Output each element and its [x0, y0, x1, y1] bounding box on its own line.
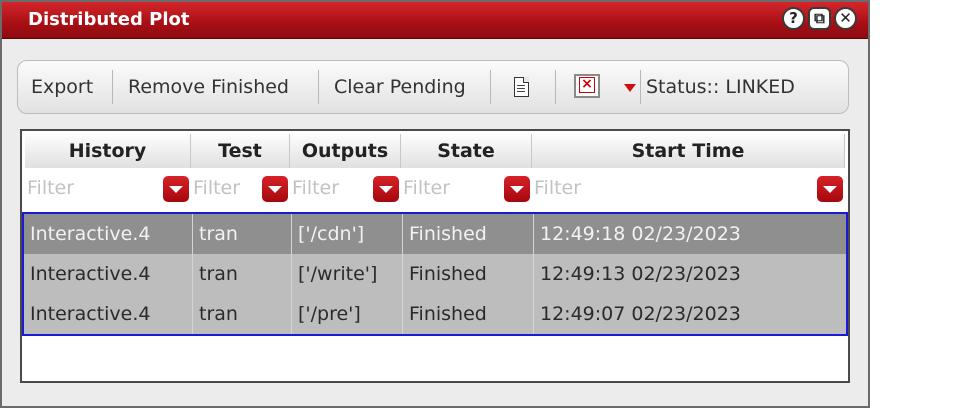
- chevron-down-icon[interactable]: [817, 176, 843, 202]
- filter-start-time: [532, 171, 845, 205]
- cell-state: Finished: [403, 254, 534, 294]
- toolbar-separator: [640, 70, 641, 104]
- cell-test: tran: [193, 214, 292, 254]
- column-header-outputs[interactable]: Outputs: [290, 134, 401, 168]
- filter-input-test[interactable]: [193, 172, 258, 204]
- title-bar[interactable]: Distributed Plot ? ⧉ ✕: [2, 2, 868, 39]
- distributed-plot-window: Distributed Plot ? ⧉ ✕ Export Remove Fin…: [0, 0, 870, 408]
- clear-pending-button[interactable]: Clear Pending: [334, 73, 466, 101]
- table-row[interactable]: Interactive.4 tran ['/cdn'] Finished 12:…: [24, 214, 846, 254]
- chevron-down-icon[interactable]: [262, 176, 288, 202]
- cell-history: Interactive.4: [24, 294, 193, 334]
- cell-start-time: 12:49:18 02/23/2023: [540, 223, 741, 245]
- cell-outputs: ['/cdn']: [292, 214, 403, 254]
- cell-test: tran: [193, 294, 292, 334]
- column-header-history[interactable]: History: [25, 134, 191, 168]
- chevron-down-icon[interactable]: [373, 176, 399, 202]
- chevron-down-icon[interactable]: [504, 176, 530, 202]
- toolbar-separator: [555, 70, 556, 104]
- help-icon: ?: [789, 9, 798, 27]
- remove-finished-button[interactable]: Remove Finished: [128, 73, 289, 101]
- table-row[interactable]: Interactive.4 tran ['/pre'] Finished 12:…: [24, 294, 846, 334]
- filter-outputs: [290, 171, 401, 205]
- restore-button[interactable]: ⧉: [808, 7, 831, 30]
- clear-x-icon[interactable]: ×: [574, 74, 600, 98]
- chevron-down-icon[interactable]: [624, 84, 636, 92]
- toolbar-separator: [318, 70, 319, 104]
- column-header-test[interactable]: Test: [191, 134, 290, 168]
- filter-input-history[interactable]: [27, 172, 159, 204]
- cell-state: Finished: [403, 214, 534, 254]
- filter-test: [191, 171, 290, 205]
- cell-test: tran: [193, 254, 292, 294]
- history-table: History Test Outputs State Start Time In…: [20, 129, 850, 383]
- status-text: Status:: LINKED: [646, 76, 795, 98]
- cell-outputs: ['/write']: [292, 254, 403, 294]
- filter-input-start-time[interactable]: [534, 172, 813, 204]
- table-row[interactable]: Interactive.4 tran ['/write'] Finished 1…: [24, 254, 846, 294]
- help-button[interactable]: ?: [782, 7, 805, 30]
- cell-start-time: 12:49:13 02/23/2023: [540, 263, 741, 285]
- toolbar: Export Remove Finished Clear Pending × S…: [17, 60, 849, 114]
- cell-history: Interactive.4: [24, 254, 193, 294]
- close-icon: ✕: [839, 9, 852, 27]
- column-header-state[interactable]: State: [401, 134, 532, 168]
- column-header-start-time[interactable]: Start Time: [532, 134, 845, 168]
- export-button[interactable]: Export: [31, 73, 93, 101]
- toolbar-separator: [112, 70, 113, 104]
- cell-start-time: 12:49:07 02/23/2023: [540, 303, 741, 325]
- cell-state: Finished: [403, 294, 534, 334]
- document-icon[interactable]: [514, 77, 529, 97]
- restore-icon: ⧉: [814, 9, 825, 27]
- filter-history: [25, 171, 191, 205]
- filter-input-state[interactable]: [403, 172, 500, 204]
- cell-outputs: ['/pre']: [292, 294, 403, 334]
- window-title: Distributed Plot: [28, 9, 190, 30]
- filter-input-outputs[interactable]: [292, 172, 369, 204]
- close-button[interactable]: ✕: [834, 7, 857, 30]
- chevron-down-icon[interactable]: [163, 176, 189, 202]
- toolbar-separator: [490, 70, 491, 104]
- filter-state: [401, 171, 532, 205]
- cell-history: Interactive.4: [24, 214, 193, 254]
- table-body: Interactive.4 tran ['/cdn'] Finished 12:…: [22, 212, 848, 336]
